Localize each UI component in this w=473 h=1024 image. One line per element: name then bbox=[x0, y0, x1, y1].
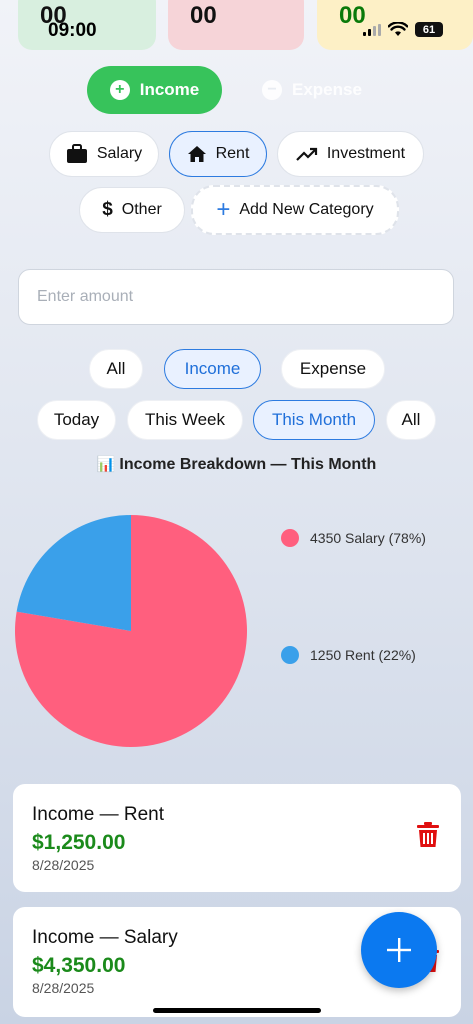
filter-label: All bbox=[106, 359, 126, 378]
type-toggle: + Income − Expense bbox=[87, 66, 362, 114]
legend-dot bbox=[281, 646, 299, 664]
expense-summary-card: 00 bbox=[168, 0, 304, 50]
battery-level: 61 bbox=[422, 23, 436, 36]
category-chip-other[interactable]: $ Other bbox=[79, 187, 185, 233]
breakdown-title: 📊 Income Breakdown — This Month bbox=[0, 455, 473, 474]
expense-toggle-label: Expense bbox=[292, 80, 362, 99]
plus-circle-icon: + bbox=[109, 80, 130, 100]
add-category-label: Add New Category bbox=[239, 201, 374, 218]
filter-all-type[interactable]: All bbox=[89, 349, 143, 389]
filter-expense[interactable]: Expense bbox=[281, 349, 385, 389]
category-label: Salary bbox=[96, 145, 143, 162]
transaction-card[interactable]: Income — Rent $1,250.00 8/28/2025 bbox=[13, 784, 461, 892]
filter-label: Income bbox=[184, 359, 241, 378]
dollar-icon: $ bbox=[102, 199, 113, 220]
period-today[interactable]: Today bbox=[37, 400, 116, 440]
home-indicator bbox=[153, 1008, 321, 1013]
status-icons: 61 bbox=[363, 22, 443, 37]
income-toggle-button[interactable]: + Income bbox=[87, 66, 222, 114]
period-label: This Week bbox=[145, 410, 225, 429]
status-time: 09:00 bbox=[48, 20, 97, 41]
bar-chart-icon: 📊 bbox=[96, 456, 116, 473]
cellular-signal-icon bbox=[363, 23, 381, 36]
briefcase-icon bbox=[66, 144, 87, 163]
minus-circle-icon: − bbox=[262, 80, 282, 100]
balance-summary-value: 00 bbox=[339, 2, 366, 29]
pie-slice-rent bbox=[16, 515, 131, 631]
wifi-icon bbox=[388, 22, 408, 36]
legend-label: 4350 Salary (78%) bbox=[310, 530, 426, 546]
period-label: This Month bbox=[271, 410, 357, 429]
expense-toggle-button[interactable]: − Expense bbox=[262, 66, 362, 114]
period-label: All bbox=[401, 410, 421, 429]
trending-up-icon bbox=[296, 147, 317, 161]
battery-icon: 61 bbox=[415, 22, 443, 37]
legend-item-salary: 4350 Salary (78%) bbox=[281, 529, 426, 547]
add-transaction-fab[interactable] bbox=[361, 912, 437, 988]
period-this-month[interactable]: This Month bbox=[253, 400, 375, 440]
legend-item-rent: 1250 Rent (22%) bbox=[281, 646, 416, 664]
income-pie-chart bbox=[15, 515, 248, 747]
transaction-amount: $1,250.00 bbox=[32, 831, 126, 854]
legend-label: 1250 Rent (22%) bbox=[310, 647, 416, 663]
category-chip-salary[interactable]: Salary bbox=[49, 131, 159, 177]
period-this-week[interactable]: This Week bbox=[127, 400, 243, 440]
add-new-category-button[interactable]: + Add New Category bbox=[191, 185, 399, 235]
plus-icon bbox=[387, 938, 411, 962]
category-label: Investment bbox=[326, 145, 406, 162]
breakdown-title-text: Income Breakdown — This Month bbox=[119, 456, 377, 473]
legend-dot bbox=[281, 529, 299, 547]
home-icon bbox=[187, 146, 206, 162]
amount-input[interactable] bbox=[18, 269, 454, 325]
plus-icon: + bbox=[216, 196, 231, 223]
transaction-date: 8/28/2025 bbox=[32, 857, 95, 873]
category-label: Rent bbox=[215, 145, 250, 162]
category-label: Other bbox=[121, 201, 162, 218]
category-chip-rent[interactable]: Rent bbox=[169, 131, 267, 177]
expense-summary-value: 00 bbox=[190, 2, 217, 29]
filter-income[interactable]: Income bbox=[164, 349, 261, 389]
trash-icon[interactable] bbox=[417, 822, 439, 848]
income-toggle-label: Income bbox=[139, 80, 200, 99]
filter-label: Expense bbox=[299, 359, 367, 378]
period-label: Today bbox=[53, 410, 100, 429]
period-all[interactable]: All bbox=[386, 400, 436, 440]
transaction-title: Income — Rent bbox=[32, 804, 164, 825]
category-chip-investment[interactable]: Investment bbox=[277, 131, 424, 177]
